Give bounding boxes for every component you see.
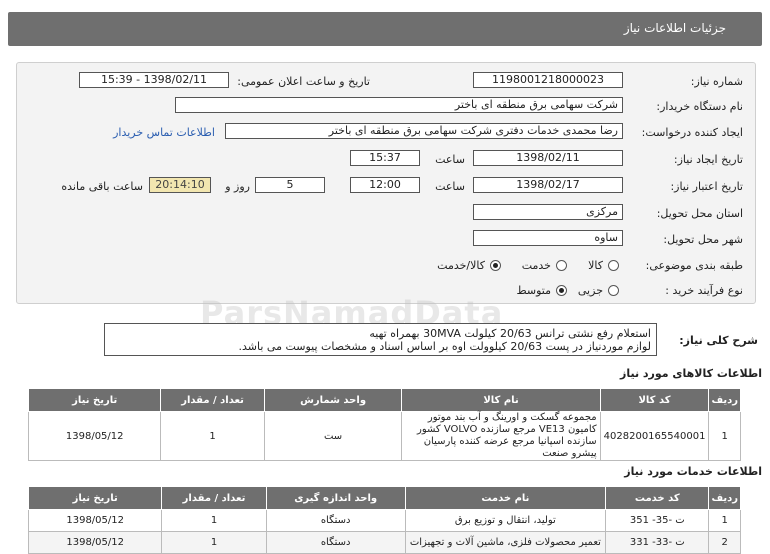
services-cell-name: تولید، انتقال و توزیع برق <box>404 509 607 532</box>
goods-cell-date: 1398/05/12 <box>27 411 162 461</box>
valid-time-field[interactable]: 12:00 <box>350 177 420 193</box>
created-date-field[interactable]: 1398/02/11 <box>473 150 623 166</box>
services-section-title: اطلاعات خدمات مورد نیاز <box>624 465 762 478</box>
created-date-label: تاریخ ایجاد نیاز: <box>673 153 743 166</box>
need-number-label: شماره نیاز: <box>690 75 743 88</box>
goods-col-name: نام کالا <box>401 388 601 412</box>
services-col-date: تاریخ نیاز <box>27 486 163 510</box>
days-remaining-field[interactable]: 5 <box>255 177 325 193</box>
remaining-time-field: 20:14:10 <box>149 177 211 193</box>
goods-cell-name: مجموعه گسکت و اورینگ و آب بند موتور کامی… <box>401 411 601 461</box>
goods-cell-row: 1 <box>708 411 741 461</box>
services-cell-qty: 1 <box>161 509 267 532</box>
description-line-1: استعلام رفع نشتی ترانس 20/63 کیلولت 30MV… <box>369 327 651 340</box>
process-radio-medium[interactable] <box>556 285 567 296</box>
table-row[interactable]: 2 ت -33- 331 تعمیر محصولات فلزی، ماشین آ… <box>27 531 741 554</box>
announce-field[interactable]: 1398/02/11 - 15:39 <box>79 72 229 88</box>
process-radio-minor[interactable] <box>608 285 619 296</box>
goods-col-qty: تعداد / مقدار <box>160 388 265 412</box>
category-label: طبقه بندی موضوعی: <box>645 259 743 272</box>
description-label: شرح کلی نیاز: <box>679 334 758 347</box>
buyer-field[interactable]: شرکت سهامی برق منطقه ای باختر <box>175 97 623 113</box>
category-radio-goods[interactable] <box>608 260 619 271</box>
services-cell-date: 1398/05/12 <box>27 531 163 554</box>
process-option-medium: متوسط <box>516 284 551 297</box>
goods-header-row: ردیف کد کالا نام کالا واحد شمارش تعداد /… <box>27 388 741 412</box>
services-col-code: کد خدمت <box>605 486 710 510</box>
announce-label: تاریخ و ساعت اعلان عمومی: <box>237 75 370 88</box>
services-col-unit: واحد اندازه گیری <box>265 486 406 510</box>
services-cell-row: 1 <box>708 509 741 532</box>
need-number-field[interactable]: 1198001218000023 <box>473 72 623 88</box>
goods-table: ردیف کد کالا نام کالا واحد شمارش تعداد /… <box>27 388 741 461</box>
remaining-time-label: ساعت باقی مانده <box>61 180 143 193</box>
requester-field[interactable]: رضا محمدی خدمات دفتری شرکت سهامی برق منط… <box>225 123 623 139</box>
services-col-name: نام خدمت <box>404 486 607 510</box>
days-label: روز و <box>225 180 250 193</box>
valid-date-label: تاریخ اعتبار نیاز: <box>670 180 743 193</box>
page-header: جزئیات اطلاعات نیاز <box>8 12 762 46</box>
page-title: جزئیات اطلاعات نیاز <box>623 21 726 35</box>
services-table: ردیف کد خدمت نام خدمت واحد اندازه گیری ت… <box>27 486 741 554</box>
services-cell-name: تعمیر محصولات فلزی، ماشین آلات و تجهیزات <box>404 531 607 554</box>
city-field[interactable]: ساوه <box>473 230 623 246</box>
process-option-minor: جزیی <box>577 284 603 297</box>
created-time-field[interactable]: 15:37 <box>350 150 420 166</box>
goods-col-row: ردیف <box>708 388 741 412</box>
services-cell-row: 2 <box>708 531 741 554</box>
valid-date-field[interactable]: 1398/02/17 <box>473 177 623 193</box>
created-time-label: ساعت <box>435 153 465 166</box>
category-option-goods: کالا <box>588 259 603 272</box>
goods-section-title: اطلاعات کالاهای مورد نیاز <box>620 367 762 380</box>
need-details-panel: شماره نیاز: 1198001218000023 تاریخ و ساع… <box>16 62 756 304</box>
services-cell-date: 1398/05/12 <box>27 509 163 532</box>
description-line-2: لوازم موردنیاز در پست 20/63 کیلوولت اوه … <box>238 340 652 353</box>
services-cell-unit: دستگاه <box>265 531 406 554</box>
description-box: استعلام رفع نشتی ترانس 20/63 کیلولت 30MV… <box>104 323 657 356</box>
services-cell-qty: 1 <box>161 531 267 554</box>
category-radio-service[interactable] <box>556 260 567 271</box>
table-row[interactable]: 1 ت -35- 351 تولید، انتقال و توزیع برق د… <box>27 509 741 532</box>
services-col-row: ردیف <box>708 486 741 510</box>
buyer-label: نام دستگاه خریدار: <box>656 100 743 113</box>
services-cell-code: ت -35- 351 <box>605 509 710 532</box>
province-field[interactable]: مرکزی <box>473 204 623 220</box>
goods-col-code: کد کالا <box>599 388 710 412</box>
process-label: نوع فرآیند خرید : <box>665 284 743 297</box>
category-option-service: خدمت <box>521 259 551 272</box>
requester-label: ایجاد کننده درخواست: <box>641 126 743 139</box>
table-row[interactable]: 1 4028200165540001 مجموعه گسکت و اورینگ … <box>27 411 741 461</box>
services-cell-code: ت -33- 331 <box>605 531 710 554</box>
contact-buyer-link[interactable]: اطلاعات تماس خریدار <box>113 126 215 139</box>
goods-cell-qty: 1 <box>160 411 265 461</box>
services-col-qty: تعداد / مقدار <box>161 486 267 510</box>
goods-cell-unit: ست <box>263 411 403 461</box>
services-header-row: ردیف کد خدمت نام خدمت واحد اندازه گیری ت… <box>27 486 741 510</box>
category-option-goods-service: کالا/خدمت <box>437 259 485 272</box>
province-label: استان محل تحویل: <box>656 207 743 220</box>
goods-cell-code: 4028200165540001 <box>599 411 710 461</box>
services-cell-unit: دستگاه <box>265 509 406 532</box>
valid-time-label: ساعت <box>435 180 465 193</box>
category-radio-goods-service[interactable] <box>490 260 501 271</box>
goods-col-unit: واحد شمارش <box>263 388 403 412</box>
city-label: شهر محل تحویل: <box>663 233 743 246</box>
goods-col-date: تاریخ نیاز <box>27 388 162 412</box>
